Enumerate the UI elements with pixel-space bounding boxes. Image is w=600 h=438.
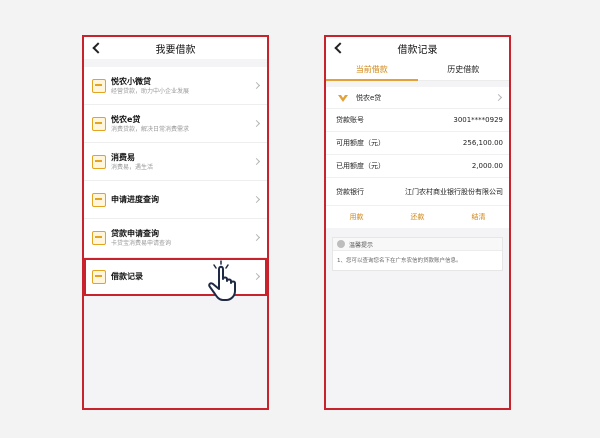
chevron-right-icon bbox=[252, 195, 261, 203]
row-label: 可用额度（元） bbox=[336, 139, 385, 147]
menu-item-subtitle: 消费易，遇生活 bbox=[111, 163, 154, 171]
row-label: 贷款银行 bbox=[336, 187, 364, 196]
row-value: 江门农村商业银行股份有限公司 bbox=[405, 187, 503, 196]
repay-button[interactable]: 还款 bbox=[387, 212, 448, 222]
use-funds-button[interactable]: 用款 bbox=[326, 212, 387, 222]
left-screen: 我要借款 悦农小微贷 经营贷款，助力中小企业发展 悦农e贷 消费贷款，解决日常消… bbox=[82, 35, 269, 410]
back-arrow-icon[interactable] bbox=[90, 41, 104, 55]
nav-bar: 我要借款 bbox=[84, 37, 267, 59]
menu-item-consumer-easy[interactable]: 消费易 消费易，遇生活 bbox=[84, 143, 267, 181]
menu-item-subtitle: 消费贷款，解决日常消费需求 bbox=[111, 125, 190, 133]
chevron-right-icon bbox=[252, 272, 261, 280]
right-screen: 借款记录 当前借款 历史借款 悦农e贷 贷款账号 3001****0929 可用… bbox=[324, 35, 511, 410]
menu-item-loan-application-query[interactable]: 贷款申请查询 卡贷宝消费易申请查询 bbox=[84, 219, 267, 258]
settle-button[interactable]: 结清 bbox=[448, 212, 509, 222]
records-icon bbox=[92, 269, 106, 284]
tab-bar: 当前借款 历史借款 bbox=[326, 59, 509, 81]
document-list-icon bbox=[92, 231, 106, 245]
shopping-bag-icon bbox=[92, 154, 106, 169]
info-icon bbox=[337, 240, 345, 248]
tips-header: 温馨提示 bbox=[333, 238, 502, 251]
menu-item-title: 申请进度查询 bbox=[111, 195, 159, 204]
tab-history-loans[interactable]: 历史借款 bbox=[418, 59, 510, 80]
back-arrow-icon[interactable] bbox=[332, 41, 346, 55]
available-credit-row: 可用额度（元） 256,100.00 bbox=[326, 132, 509, 155]
menu-item-yuenong-e-loan[interactable]: 悦农e贷 消费贷款，解决日常消费需求 bbox=[84, 105, 267, 143]
menu-item-subtitle: 卡贷宝消费易申请查询 bbox=[111, 240, 172, 247]
row-value: 2,000.00 bbox=[471, 162, 503, 170]
loan-product-name: 悦农e贷 bbox=[356, 93, 382, 102]
chevron-right-icon bbox=[252, 233, 261, 242]
used-credit-row: 已用额度（元） 2,000.00 bbox=[326, 155, 509, 178]
pointing-hand-icon bbox=[208, 260, 236, 301]
chevron-right-icon bbox=[494, 93, 503, 101]
loan-card: 悦农e贷 贷款账号 3001****0929 可用额度（元） 256,100.0… bbox=[326, 87, 509, 228]
document-search-icon bbox=[92, 192, 106, 207]
chevron-right-icon bbox=[252, 81, 261, 89]
loan-bank-row: 贷款银行 江门农村商业银行股份有限公司 bbox=[326, 178, 509, 206]
row-label: 已用额度（元） bbox=[336, 162, 385, 170]
tab-current-loans[interactable]: 当前借款 bbox=[326, 59, 418, 81]
coins-icon bbox=[92, 116, 106, 131]
menu-item-title: 消费易 bbox=[111, 152, 135, 162]
chevron-right-icon bbox=[252, 157, 261, 165]
loan-actions: 用款 还款 结清 bbox=[326, 206, 509, 228]
tips-box: 温馨提示 1、您可以查询您名下在广东农信的贷款账户信息。 bbox=[332, 237, 503, 271]
page-title: 我要借款 bbox=[155, 44, 196, 56]
menu-item-title: 悦农e贷 bbox=[111, 114, 141, 124]
loan-account-row: 贷款账号 3001****0929 bbox=[326, 109, 509, 132]
menu-item-title: 贷款申请查询 bbox=[111, 229, 159, 238]
row-value: 256,100.00 bbox=[462, 139, 503, 147]
menu-item-title: 借款记录 bbox=[111, 272, 143, 281]
loan-header[interactable]: 悦农e贷 bbox=[326, 87, 509, 109]
wallet-icon bbox=[92, 78, 106, 93]
bank-logo-icon bbox=[338, 94, 348, 102]
tips-text: 1、您可以查询您名下在广东农信的贷款账户信息。 bbox=[337, 258, 462, 264]
chevron-right-icon bbox=[252, 119, 261, 127]
menu-item-application-progress[interactable]: 申请进度查询 bbox=[84, 181, 267, 219]
row-label: 贷款账号 bbox=[336, 116, 364, 124]
menu-item-title: 悦农小微贷 bbox=[111, 76, 151, 86]
menu-item-yuenong-micro-loan[interactable]: 悦农小微贷 经营贷款，助力中小企业发展 bbox=[84, 67, 267, 105]
menu-item-subtitle: 经营贷款，助力中小企业发展 bbox=[111, 87, 190, 95]
row-value: 3001****0929 bbox=[453, 116, 503, 124]
divider bbox=[326, 228, 509, 231]
tips-title: 温馨提示 bbox=[349, 241, 374, 249]
nav-bar: 借款记录 bbox=[326, 37, 509, 59]
page-title: 借款记录 bbox=[397, 44, 438, 56]
